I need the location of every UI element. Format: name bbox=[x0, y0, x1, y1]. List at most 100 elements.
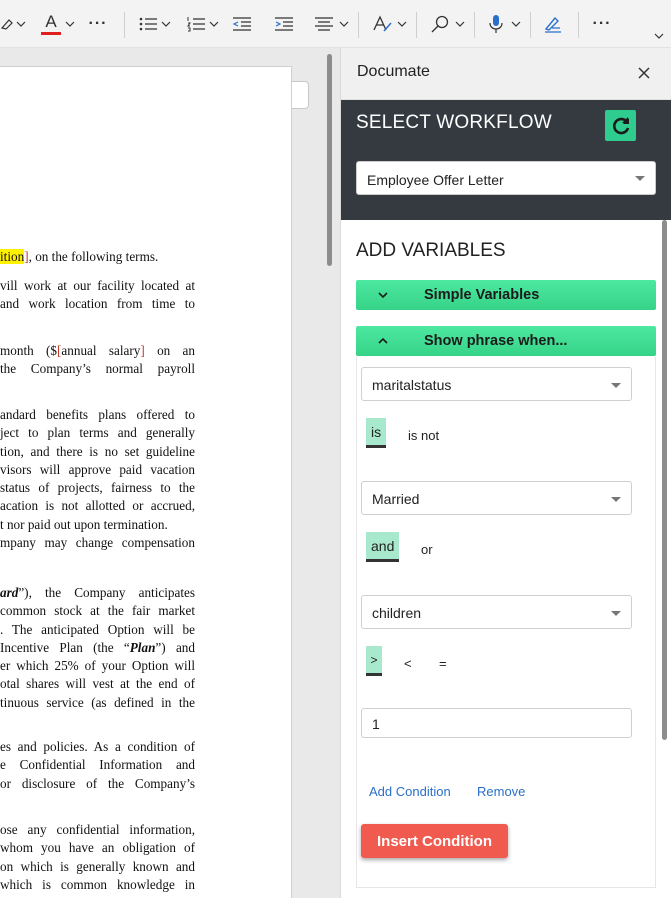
line-text: annual salary bbox=[61, 343, 141, 358]
operator-is-chip[interactable]: is bbox=[366, 418, 387, 448]
microphone-icon[interactable] bbox=[486, 10, 506, 38]
chevron-down-icon[interactable] bbox=[510, 10, 522, 38]
document-scrollbar[interactable] bbox=[327, 54, 332, 266]
more-options-icon[interactable]: ··· bbox=[590, 10, 614, 38]
styles-icon[interactable] bbox=[370, 10, 394, 38]
line-text: ”) and bbox=[155, 639, 195, 655]
chevron-down-icon[interactable] bbox=[454, 10, 466, 38]
workflow-select[interactable]: Employee Offer Letter bbox=[356, 161, 656, 195]
chevron-down-icon bbox=[378, 292, 388, 299]
document-paragraph: es and policies. As a condition of e Con… bbox=[0, 738, 195, 793]
document-line: on which is generally known and bbox=[0, 858, 195, 874]
document-line: andard benefits plans offered to bbox=[0, 407, 195, 422]
document-line: or disclosure of the Company’s bbox=[0, 775, 195, 791]
simple-variables-accordion[interactable]: Simple Variables bbox=[356, 280, 656, 310]
numbering-icon[interactable] bbox=[184, 10, 208, 38]
document-line: e Confidential Information and bbox=[0, 757, 195, 773]
search-icon[interactable] bbox=[428, 10, 452, 38]
ribbon-expand-icon[interactable] bbox=[652, 28, 666, 44]
condition-field-select-2[interactable]: children bbox=[361, 595, 632, 629]
document-paragraph: ard”), the Company anticipates common st… bbox=[0, 584, 195, 712]
document-line: otal shares will vest at the end of bbox=[0, 676, 195, 692]
document-paragraph: ose any confidential information, whom y… bbox=[0, 821, 195, 894]
highlighted-text: ition bbox=[0, 249, 25, 264]
operator-is-not-option[interactable]: is not bbox=[408, 428, 439, 443]
simple-variables-label: Simple Variables bbox=[424, 287, 540, 303]
select-workflow-section: SELECT WORKFLOW Employee Offer Letter bbox=[341, 100, 671, 220]
line-text: , on the following terms. bbox=[28, 249, 159, 264]
decrease-indent-icon[interactable] bbox=[230, 10, 254, 38]
increase-indent-icon[interactable] bbox=[272, 10, 296, 38]
editor-icon[interactable] bbox=[542, 10, 564, 38]
font-color-button[interactable]: A bbox=[40, 10, 62, 38]
chevron-down-icon[interactable] bbox=[160, 10, 172, 38]
operator-less-option[interactable]: < bbox=[404, 656, 412, 671]
document-line: status of projects, fairness to the bbox=[0, 480, 195, 496]
align-icon[interactable] bbox=[312, 10, 336, 38]
dropdown-caret-icon bbox=[611, 611, 621, 616]
workflow-select-value: Employee Offer Letter bbox=[367, 172, 504, 188]
document-line: which is common knowledge in bbox=[0, 876, 195, 892]
condition-field-select[interactable]: maritalstatus bbox=[361, 367, 632, 401]
chevron-up-icon bbox=[378, 337, 388, 344]
line-text: ”), the Company anticipates bbox=[18, 585, 195, 600]
refresh-icon[interactable] bbox=[605, 110, 636, 141]
document-line: the Company’s normal payroll bbox=[0, 361, 195, 377]
condition-number-input[interactable]: 1 bbox=[361, 708, 632, 738]
dropdown-caret-icon bbox=[611, 383, 621, 388]
documate-task-pane: Documate SELECT WORKFLOW Employee Offer … bbox=[340, 48, 671, 898]
join-or-option[interactable]: or bbox=[421, 542, 433, 557]
line-text: Incentive Plan (the “ bbox=[0, 639, 130, 655]
chevron-down-icon[interactable] bbox=[396, 10, 408, 38]
bullets-icon[interactable] bbox=[136, 10, 160, 38]
eraser-icon[interactable] bbox=[0, 10, 14, 38]
font-color-bar bbox=[41, 32, 61, 35]
dropdown-caret-icon bbox=[635, 176, 645, 181]
more-options-icon[interactable]: ··· bbox=[86, 10, 110, 38]
pane-header: Documate bbox=[341, 48, 671, 100]
operator-equal-option[interactable]: = bbox=[439, 656, 447, 671]
toolbar-divider bbox=[124, 12, 125, 38]
ribbon-toolbar: A ··· ··· bbox=[0, 0, 671, 48]
line-text: on an bbox=[144, 343, 195, 358]
document-line: . The anticipated Option will be bbox=[0, 621, 195, 637]
add-condition-link[interactable]: Add Condition bbox=[369, 784, 451, 799]
chevron-down-icon[interactable] bbox=[14, 10, 28, 38]
chevron-down-icon[interactable] bbox=[64, 10, 76, 38]
toolbar-divider bbox=[474, 12, 475, 38]
document-line: tinuous service (as defined in the bbox=[0, 694, 195, 710]
document-paragraph: ition], on the following terms. bbox=[0, 248, 195, 266]
font-color-letter: A bbox=[45, 12, 57, 31]
document-line: vill work at our facility located at bbox=[0, 278, 195, 293]
document-paragraph: andard benefits plans offered to ject to… bbox=[0, 406, 195, 552]
chevron-down-icon[interactable] bbox=[338, 10, 350, 38]
toolbar-divider bbox=[358, 12, 359, 38]
emphasis-text: Plan bbox=[129, 639, 156, 655]
document-line: Incentive Plan (the “Plan”) and bbox=[0, 639, 195, 657]
pane-title: Documate bbox=[357, 63, 430, 80]
document-line: and work location from time to bbox=[0, 296, 195, 312]
show-phrase-accordion[interactable]: Show phrase when... bbox=[356, 326, 656, 356]
show-phrase-label: Show phrase when... bbox=[424, 333, 568, 349]
line-text: month ($ bbox=[0, 343, 57, 358]
document-line: ose any confidential information, bbox=[0, 822, 195, 837]
remove-link[interactable]: Remove bbox=[477, 784, 525, 799]
join-and-chip[interactable]: and bbox=[366, 532, 400, 562]
document-line: ject to plan terms and generally bbox=[0, 425, 195, 441]
pane-scrollbar[interactable] bbox=[662, 220, 667, 740]
condition-field-value-2: children bbox=[372, 605, 422, 621]
dropdown-caret-icon bbox=[611, 497, 621, 502]
chevron-down-icon[interactable] bbox=[208, 10, 220, 38]
add-variables-title: ADD VARIABLES bbox=[356, 240, 506, 261]
operator-greater-chip[interactable]: > bbox=[366, 646, 382, 676]
close-icon[interactable] bbox=[635, 64, 653, 82]
emphasis-text: ard bbox=[0, 585, 19, 600]
document-line: whom you have an obligation of bbox=[0, 840, 195, 856]
document-line: es and policies. As a condition of bbox=[0, 739, 195, 754]
condition-value-select[interactable]: Married bbox=[361, 481, 632, 515]
document-line: visors will approve paid vacation bbox=[0, 461, 195, 477]
document-line: ition], on the following terms. bbox=[0, 248, 195, 266]
insert-condition-button[interactable]: Insert Condition bbox=[361, 824, 508, 858]
select-workflow-title: SELECT WORKFLOW bbox=[356, 112, 552, 133]
document-line: er which 25% of your Option will bbox=[0, 658, 195, 674]
